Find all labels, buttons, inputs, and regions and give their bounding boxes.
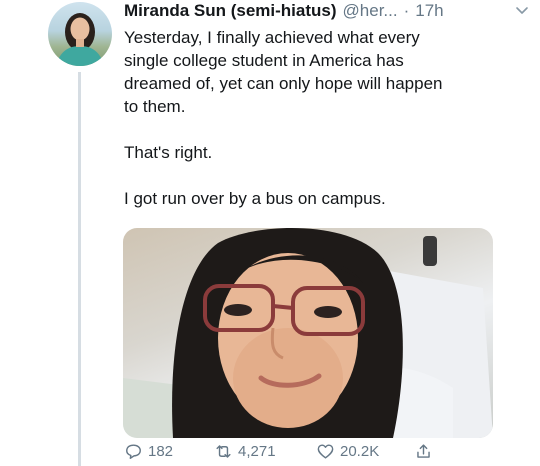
chevron-down-icon[interactable]	[514, 2, 530, 23]
retweet-button[interactable]: 4,271	[214, 442, 276, 461]
avatar[interactable]	[48, 2, 112, 66]
heart-icon	[317, 444, 334, 459]
share-button[interactable]	[414, 442, 433, 461]
user-handle[interactable]: @her...	[343, 1, 398, 21]
like-button[interactable]: 20.2K	[316, 442, 379, 461]
separator-dot: ·	[403, 1, 410, 20]
reply-button[interactable]: 182	[124, 442, 173, 461]
tweet-paragraph: Yesterday, I finally achieved what every…	[124, 28, 443, 116]
avatar-photo	[56, 13, 104, 66]
display-name[interactable]: Miranda Sun (semi-hiatus)	[124, 1, 337, 21]
photo-content	[123, 228, 493, 438]
tweet-photo[interactable]	[123, 228, 493, 438]
retweet-icon	[216, 445, 231, 458]
like-count: 20.2K	[340, 443, 380, 460]
thread-line	[78, 72, 81, 466]
reply-count: 182	[148, 443, 174, 460]
reply-icon	[126, 444, 141, 459]
tweet-paragraph: I got run over by a bus on campus.	[124, 189, 386, 208]
action-bar: 182 4,271 20.2K	[124, 442, 444, 464]
share-icon	[417, 444, 430, 458]
tweet-header: Miranda Sun (semi-hiatus) @her... · 17h	[124, 0, 530, 22]
retweet-count: 4,271	[238, 443, 276, 460]
timestamp[interactable]: 17h	[415, 1, 443, 21]
tweet-paragraph: That's right.	[124, 143, 213, 162]
tweet-text: Yesterday, I finally achieved what every…	[124, 26, 524, 233]
